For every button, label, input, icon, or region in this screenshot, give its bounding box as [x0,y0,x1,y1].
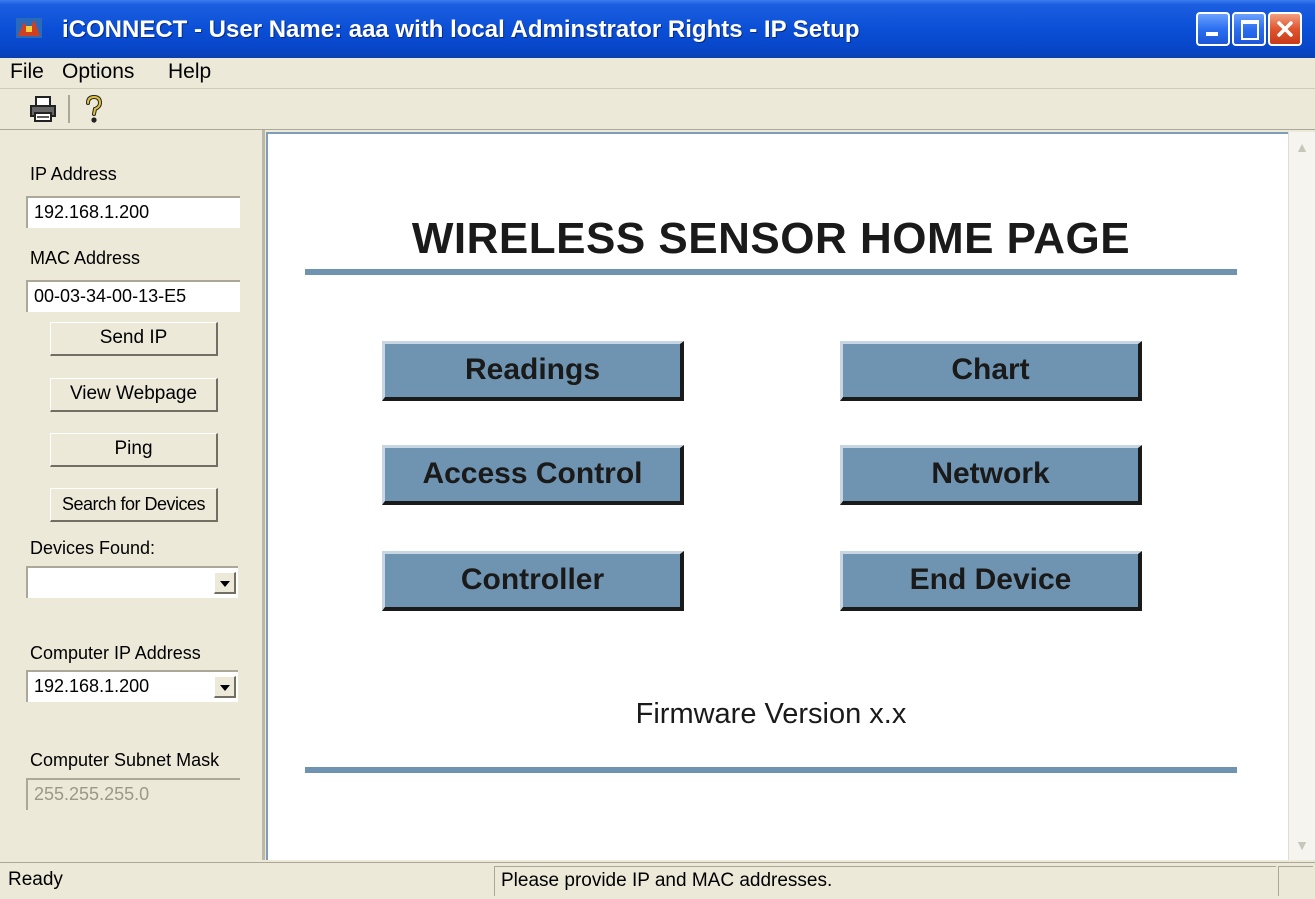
readings-button[interactable]: Readings [382,341,684,401]
search-devices-button[interactable]: Search for Devices [50,488,218,522]
bottom-divider [305,767,1237,773]
status-message: Please provide IP and MAC addresses. [494,866,1276,896]
close-button[interactable] [1268,12,1302,46]
close-icon [1277,21,1293,37]
devices-found-select[interactable] [26,566,238,598]
scroll-up-icon[interactable]: ▲ [1291,136,1313,158]
maximize-icon [1241,20,1259,40]
toolbar [0,89,1315,130]
mac-address-label: MAC Address [30,248,141,268]
title-bar[interactable]: iCONNECT - User Name: aaa with local Adm… [0,0,1315,58]
mac-address-field[interactable]: 00-03-34-00-13-E5 [26,280,240,312]
top-divider [305,269,1237,275]
access-control-button[interactable]: Access Control [382,445,684,505]
computer-ip-value: 192.168.1.200 [34,676,150,696]
network-button[interactable]: Network [840,445,1142,505]
minimize-icon [1206,32,1218,36]
toolbar-separator [68,95,70,123]
app-icon [16,18,42,38]
computer-ip-label: Computer IP Address [30,643,201,663]
view-webpage-button[interactable]: View Webpage [50,378,218,412]
send-ip-button[interactable]: Send IP [50,322,218,356]
app-window: iCONNECT - User Name: aaa with local Adm… [0,0,1315,899]
ping-button[interactable]: Ping [50,433,218,467]
devices-found-label: Devices Found: [30,538,156,558]
chart-button[interactable]: Chart [840,341,1142,401]
help-icon[interactable] [78,94,108,124]
scroll-down-icon[interactable]: ▼ [1291,834,1313,856]
subnet-mask-field: 255.255.255.0 [26,778,240,810]
vertical-scrollbar[interactable]: ▲ ▼ [1288,132,1315,860]
minimize-button[interactable] [1196,12,1230,46]
ip-address-field[interactable]: 192.168.1.200 [26,196,240,228]
subnet-mask-label: Computer Subnet Mask [30,750,220,770]
printer-icon[interactable] [28,94,58,124]
controller-button[interactable]: Controller [382,551,684,611]
firmware-version: Firmware Version x.x [635,698,907,730]
size-grip-icon[interactable] [1278,866,1313,896]
menu-help[interactable]: Help [168,60,211,84]
maximize-button[interactable] [1232,12,1266,46]
status-ready: Ready [8,869,63,890]
window-title: iCONNECT - User Name: aaa with local Adm… [62,16,860,43]
menu-file[interactable]: File [10,60,44,84]
end-device-button[interactable]: End Device [840,551,1142,611]
dropdown-arrow-icon[interactable] [214,572,236,594]
dropdown-arrow-icon[interactable] [214,676,236,698]
ip-address-label: IP Address [30,164,117,184]
computer-ip-select[interactable]: 192.168.1.200 [26,670,238,702]
menu-options[interactable]: Options [62,60,134,84]
page-title: WIRELESS SENSOR HOME PAGE [411,214,1131,263]
